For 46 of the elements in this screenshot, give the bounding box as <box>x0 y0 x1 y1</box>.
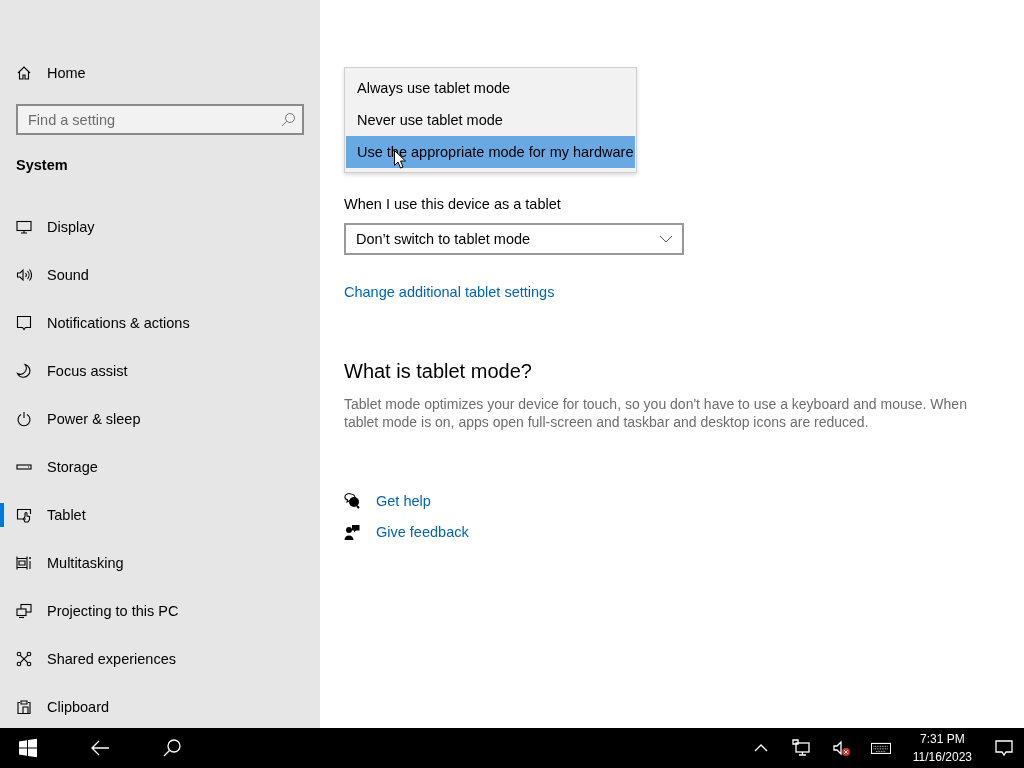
back-arrow-icon[interactable] <box>90 738 110 758</box>
power-icon <box>16 411 32 427</box>
help-chat-icon <box>344 492 360 509</box>
speaker-icon <box>16 267 32 283</box>
sidebar-item[interactable]: Focus assist <box>0 347 320 395</box>
sidebar-item[interactable]: Clipboard <box>0 683 320 731</box>
section-heading: What is tablet mode? <box>344 360 533 383</box>
sidebar-item[interactable]: Tablet <box>0 491 320 539</box>
sidebar-item[interactable]: Multitasking <box>0 539 320 587</box>
settings-link[interactable]: Change additional tablet settings <box>344 284 555 300</box>
menu-option[interactable]: Use the appropriate mode for my hardware <box>346 136 635 168</box>
muted-speaker-icon[interactable] <box>830 738 851 758</box>
sidebar-item[interactable]: Notifications & actions <box>0 299 320 347</box>
help-link[interactable]: Get help <box>376 492 431 509</box>
clock-time[interactable]: 7:31 PM <box>920 730 965 748</box>
search-field[interactable]: Find a setting <box>16 104 304 135</box>
moon-icon <box>16 363 32 379</box>
sidebar-item[interactable]: Shared experiences <box>0 635 320 683</box>
field-label: When I use this device as a tablet <box>344 196 562 214</box>
home-icon <box>16 65 32 81</box>
multitasking-icon <box>16 555 32 571</box>
notification-icon[interactable] <box>994 738 1014 758</box>
windows-start-icon[interactable] <box>18 738 38 758</box>
description-text: Tablet mode optimizes your device for touch, so you don't have to use a keyboard and mouse. When tablet mode is on, apps open full-screen and taskbar and desktop icons are reduced. <box>344 395 968 431</box>
clock-date[interactable]: 11/16/2023 <box>912 748 972 766</box>
sidebar-item[interactable]: Projecting to this PC <box>0 587 320 635</box>
tablet-icon <box>16 507 32 523</box>
sidebar-item[interactable]: Storage <box>0 443 320 491</box>
network-icon[interactable] <box>790 738 811 758</box>
sidebar-item[interactable]: Display <box>0 203 320 251</box>
feedback-person-icon <box>344 523 360 540</box>
sidebar-item[interactable]: Power & sleep <box>0 395 320 443</box>
projecting-icon <box>16 603 32 619</box>
clipboard-icon <box>16 699 32 715</box>
message-icon <box>16 315 32 331</box>
monitor-icon <box>16 219 32 235</box>
dropdown[interactable]: Don’t switch to tablet mode <box>344 223 684 255</box>
sidebar-item[interactable]: Sound <box>0 251 320 299</box>
menu-option[interactable]: Never use tablet mode <box>346 104 635 136</box>
search-icon[interactable] <box>162 738 182 758</box>
menu-option[interactable]: Always use tablet mode <box>346 72 635 104</box>
search-icon <box>280 112 296 128</box>
home-link[interactable]: Home <box>16 62 320 84</box>
help-link[interactable]: Give feedback <box>376 523 469 540</box>
network-nodes-icon <box>16 651 32 667</box>
section-heading: System <box>16 157 69 173</box>
